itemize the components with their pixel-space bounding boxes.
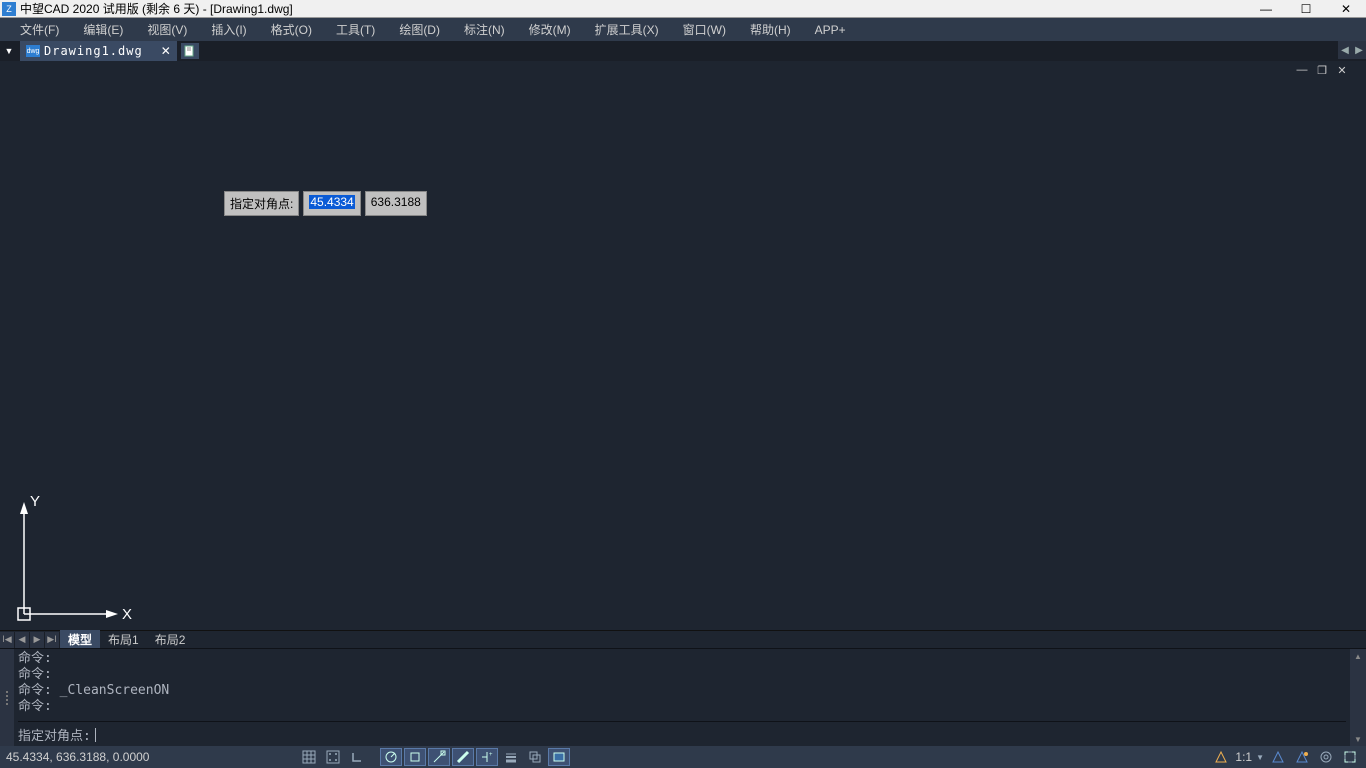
drawing-canvas[interactable]: 指定对角点: 45.4334 636.3188 Y X xyxy=(0,79,1366,630)
menu-draw[interactable]: 绘图(D) xyxy=(387,18,452,41)
status-toggle-group: + xyxy=(298,748,570,766)
window-title: 中望CAD 2020 试用版 (剩余 6 天) - [Drawing1.dwg] xyxy=(18,0,1246,17)
mdi-restore[interactable]: ❐ xyxy=(1312,61,1332,79)
otrack-icon[interactable] xyxy=(428,748,450,766)
layout-last[interactable]: ▶I xyxy=(45,632,60,648)
annotation-auto-icon[interactable] xyxy=(1292,748,1312,766)
menu-view[interactable]: 视图(V) xyxy=(135,18,199,41)
scale-dropdown-icon[interactable]: ▼ xyxy=(1256,753,1264,762)
scroll-up-icon[interactable]: ▲ xyxy=(1350,649,1366,663)
annotation-scale[interactable]: 1:1 xyxy=(1235,750,1252,764)
command-history: 命令: 命令: 命令: _CleanScreenON 命令: xyxy=(18,651,1346,721)
status-coordinates[interactable]: 45.4334, 636.3188, 0.0000 xyxy=(6,750,186,764)
maximize-button[interactable]: ☐ xyxy=(1286,0,1326,18)
command-line: 命令: xyxy=(18,651,1346,667)
menu-extension[interactable]: 扩展工具(X) xyxy=(583,18,671,41)
menu-tools[interactable]: 工具(T) xyxy=(324,18,387,41)
ucs-icon: Y X xyxy=(10,492,138,622)
new-document-button[interactable] xyxy=(181,43,199,59)
document-tab-close[interactable]: ✕ xyxy=(161,44,171,58)
menu-help[interactable]: 帮助(H) xyxy=(738,18,803,41)
app-icon: Z xyxy=(2,2,16,16)
command-panel: 命令: 命令: 命令: _CleanScreenON 命令: 指定对角点: ▲ … xyxy=(0,648,1366,746)
mdi-close[interactable]: ✕ xyxy=(1332,61,1352,79)
dwg-icon: dwg xyxy=(26,45,40,57)
annotation-visibility-icon[interactable] xyxy=(1268,748,1288,766)
layout-next[interactable]: ▶ xyxy=(30,632,45,648)
lineweight-icon[interactable] xyxy=(452,748,474,766)
status-right-group: 1:1 ▼ xyxy=(1211,748,1360,766)
menu-insert[interactable]: 插入(I) xyxy=(199,18,258,41)
menu-window[interactable]: 窗口(W) xyxy=(671,18,738,41)
command-grip[interactable] xyxy=(0,649,14,746)
dynamic-input: 指定对角点: 45.4334 636.3188 xyxy=(224,191,427,216)
scroll-down-icon[interactable]: ▼ xyxy=(1350,732,1366,746)
document-tab-label: Drawing1.dwg xyxy=(44,44,143,58)
command-line: 命令: xyxy=(18,667,1346,683)
layout-tab-1[interactable]: 布局1 xyxy=(100,629,147,650)
mdi-controls: — ❐ ✕ xyxy=(0,61,1366,79)
svg-text:X: X xyxy=(122,606,132,622)
title-bar: Z 中望CAD 2020 试用版 (剩余 6 天) - [Drawing1.dw… xyxy=(0,0,1366,18)
command-input[interactable]: 指定对角点: xyxy=(18,721,1346,744)
annotation-scale-icon[interactable] xyxy=(1211,748,1231,766)
cycle-icon[interactable] xyxy=(524,748,546,766)
dynamic-input-y[interactable]: 636.3188 xyxy=(365,191,427,216)
osnap-icon[interactable] xyxy=(404,748,426,766)
command-scrollbar[interactable]: ▲ ▼ xyxy=(1350,649,1366,746)
menu-file[interactable]: 文件(F) xyxy=(8,18,71,41)
snap-icon[interactable] xyxy=(322,748,344,766)
menu-dimension[interactable]: 标注(N) xyxy=(452,18,517,41)
polar-icon[interactable] xyxy=(380,748,402,766)
status-bar: 45.4334, 636.3188, 0.0000 + 1:1 ▼ xyxy=(0,746,1366,768)
lwt-icon[interactable] xyxy=(500,748,522,766)
layout-tab-2[interactable]: 布局2 xyxy=(147,629,194,650)
command-cursor xyxy=(95,728,96,742)
ortho-icon[interactable] xyxy=(346,748,368,766)
close-button[interactable]: ✕ xyxy=(1326,0,1366,18)
document-tab-bar: ▼ dwg Drawing1.dwg ✕ ◀ ▶ xyxy=(0,41,1366,61)
tab-scroll-right[interactable]: ▶ xyxy=(1352,41,1366,59)
mdi-minimize[interactable]: — xyxy=(1292,61,1312,79)
menu-edit[interactable]: 编辑(E) xyxy=(71,18,135,41)
minimize-button[interactable]: — xyxy=(1246,0,1286,18)
svg-text:+: + xyxy=(489,752,493,758)
layout-tab-bar: I◀ ◀ ▶ ▶I 模型 布局1 布局2 xyxy=(0,630,1366,648)
layout-tab-model[interactable]: 模型 xyxy=(60,629,100,650)
clean-screen-icon[interactable] xyxy=(1340,748,1360,766)
settings-icon[interactable] xyxy=(1316,748,1336,766)
menu-bar: 文件(F) 编辑(E) 视图(V) 插入(I) 格式(O) 工具(T) 绘图(D… xyxy=(0,18,1366,41)
dyn-input-icon[interactable]: + xyxy=(476,748,498,766)
dynamic-input-label: 指定对角点: xyxy=(224,191,299,216)
command-line: 命令: xyxy=(18,699,1346,715)
menu-modify[interactable]: 修改(M) xyxy=(517,18,583,41)
grid-icon[interactable] xyxy=(298,748,320,766)
command-prompt: 指定对角点: xyxy=(18,725,91,744)
layout-first[interactable]: I◀ xyxy=(0,632,15,648)
layout-prev[interactable]: ◀ xyxy=(15,632,30,648)
command-text-area: 命令: 命令: 命令: _CleanScreenON 命令: 指定对角点: xyxy=(14,649,1350,746)
command-line: 命令: _CleanScreenON xyxy=(18,683,1346,699)
dynamic-input-x[interactable]: 45.4334 xyxy=(303,191,360,216)
menu-format[interactable]: 格式(O) xyxy=(259,18,324,41)
model-icon[interactable] xyxy=(548,748,570,766)
window-controls: — ☐ ✕ xyxy=(1246,0,1366,18)
menu-app[interactable]: APP+ xyxy=(803,20,858,40)
svg-text:Y: Y xyxy=(30,493,40,510)
tab-scroll-left[interactable]: ◀ xyxy=(1338,41,1352,59)
doc-tabs-dropdown[interactable]: ▼ xyxy=(0,42,18,60)
document-tab[interactable]: dwg Drawing1.dwg ✕ xyxy=(20,41,177,61)
